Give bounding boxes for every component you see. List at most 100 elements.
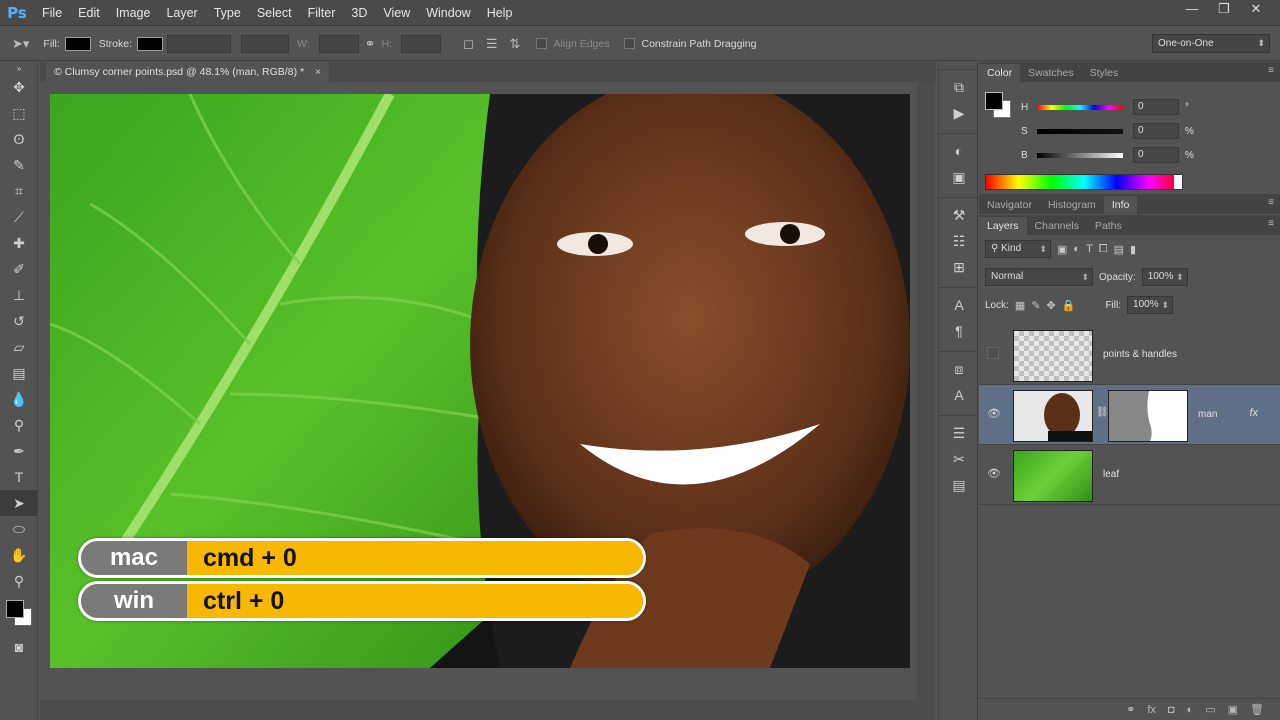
filter-toggle-icon[interactable]: ▮ xyxy=(1130,243,1136,256)
eraser-tool-icon[interactable]: ▱ xyxy=(0,334,38,360)
link-layers-icon[interactable]: ⚭ xyxy=(1126,703,1135,716)
constrain-path-checkbox[interactable] xyxy=(624,38,636,49)
panel-menu-icon[interactable]: ≡ xyxy=(1268,197,1274,208)
restore-button[interactable]: ❐ xyxy=(1210,0,1238,18)
dodge-tool-icon[interactable]: ⚲ xyxy=(0,412,38,438)
menu-edit[interactable]: Edit xyxy=(70,0,108,26)
add-style-icon[interactable]: fx xyxy=(1147,704,1156,716)
filter-shape-icon[interactable]: ⧠ xyxy=(1099,243,1108,256)
path-operations-icon[interactable]: ◻ xyxy=(463,36,474,52)
color-spectrum-ramp[interactable] xyxy=(985,174,1183,190)
blur-tool-icon[interactable]: 💧 xyxy=(0,386,38,412)
character-icon[interactable]: A xyxy=(939,292,979,318)
brightness-value[interactable]: 0 xyxy=(1133,147,1179,163)
layer-effects-icon[interactable]: fx xyxy=(1249,407,1258,419)
tab-navigator[interactable]: Navigator xyxy=(979,196,1040,214)
collapse-icon[interactable]: » xyxy=(0,62,38,74)
lock-position-icon[interactable]: ✥ xyxy=(1047,299,1056,312)
menu-select[interactable]: Select xyxy=(249,0,300,26)
link-icon[interactable]: ⚭ xyxy=(365,36,376,52)
hue-value[interactable]: 0 xyxy=(1133,99,1179,115)
path-arrangement-icon[interactable]: ⇅ xyxy=(510,36,521,52)
actions-icon[interactable]: ▶ xyxy=(939,100,979,126)
path-selection-tool-icon[interactable]: ➤▾ xyxy=(12,36,29,52)
saturation-value[interactable]: 0 xyxy=(1133,123,1179,139)
gradient-tool-icon[interactable]: ▤ xyxy=(0,360,38,386)
layer-row-points-handles[interactable]: points & handles xyxy=(979,325,1280,385)
delete-layer-icon[interactable]: 🗑 xyxy=(1250,703,1264,716)
move-tool-icon[interactable]: ✥ xyxy=(0,74,38,100)
zoom-tool-icon[interactable]: ⚲ xyxy=(0,568,38,594)
blend-mode-dropdown[interactable]: Normal xyxy=(985,268,1093,286)
close-button[interactable]: ✕ xyxy=(1242,0,1270,18)
filter-adjustment-icon[interactable]: ◐ xyxy=(1073,243,1080,255)
stroke-swatch[interactable] xyxy=(137,36,164,51)
tab-histogram[interactable]: Histogram xyxy=(1040,196,1104,214)
hand-tool-icon[interactable]: ✋ xyxy=(0,542,38,568)
fill-swatch[interactable] xyxy=(64,36,91,51)
crop-tool-icon[interactable]: ⌗ xyxy=(0,178,38,204)
fill-field[interactable]: 100% xyxy=(1127,296,1174,314)
new-adjustment-icon[interactable]: ◐ xyxy=(1187,704,1194,716)
path-alignment-icon[interactable]: ☰ xyxy=(486,36,498,52)
quick-mask-icon[interactable]: ◙ xyxy=(0,634,38,660)
notes-icon[interactable]: ▤ xyxy=(939,472,979,498)
tab-styles[interactable]: Styles xyxy=(1082,64,1127,82)
layer-comps-icon[interactable]: ⧈ xyxy=(939,356,979,382)
menu-image[interactable]: Image xyxy=(108,0,159,26)
paragraph-icon[interactable]: ¶ xyxy=(939,318,979,344)
marquee-tool-icon[interactable]: ⬚ xyxy=(0,100,38,126)
saturation-slider[interactable] xyxy=(1037,128,1123,134)
eye-icon[interactable]: 👁 xyxy=(987,467,1001,481)
width-field[interactable] xyxy=(318,34,359,53)
menu-file[interactable]: File xyxy=(34,0,70,26)
visibility-toggle[interactable] xyxy=(987,347,999,359)
styles-icon[interactable]: ▣ xyxy=(939,164,979,190)
tab-channels[interactable]: Channels xyxy=(1027,217,1087,235)
lock-image-icon[interactable]: ✎ xyxy=(1031,299,1040,312)
clone-stamp-tool-icon[interactable]: ⊥ xyxy=(0,282,38,308)
type-tool-icon[interactable]: T xyxy=(0,464,38,490)
eye-icon[interactable]: 👁 xyxy=(987,407,1001,421)
lock-transparent-icon[interactable]: ▦ xyxy=(1015,299,1025,312)
add-mask-icon[interactable]: ◘ xyxy=(1168,704,1175,716)
menu-view[interactable]: View xyxy=(375,0,418,26)
opacity-field[interactable]: 100% xyxy=(1141,268,1188,286)
color-foreground-swatch[interactable] xyxy=(985,92,1003,110)
history-brush-tool-icon[interactable]: ↺ xyxy=(0,308,38,334)
brush-presets-icon[interactable]: ☷ xyxy=(939,228,979,254)
direct-selection-tool-icon[interactable]: ➤ xyxy=(0,490,38,516)
layer-row-man[interactable]: 👁 ⛓ man fx xyxy=(979,385,1280,445)
glyph-icon[interactable]: A xyxy=(939,382,979,408)
height-field[interactable] xyxy=(401,34,442,53)
panel-menu-icon[interactable]: ≡ xyxy=(1268,218,1274,229)
filter-smart-object-icon[interactable]: ▤ xyxy=(1114,243,1124,256)
history-icon[interactable]: ⧉ xyxy=(939,74,979,100)
ellipse-tool-icon[interactable]: ⬭ xyxy=(0,516,38,542)
lock-all-icon[interactable]: 🔒 xyxy=(1062,299,1076,312)
clone-source-icon[interactable]: ⊞ xyxy=(939,254,979,280)
filter-kind-dropdown[interactable]: ⚲ Kind xyxy=(985,240,1051,258)
stroke-type-dropdown[interactable] xyxy=(241,34,290,53)
document-tab[interactable]: © Clumsy corner points.psd @ 48.1% (man,… xyxy=(46,62,330,82)
menu-layer[interactable]: Layer xyxy=(158,0,205,26)
foreground-color-swatch[interactable] xyxy=(6,600,24,618)
quick-selection-tool-icon[interactable]: ✎ xyxy=(0,152,38,178)
layer-row-leaf[interactable]: 👁 leaf xyxy=(979,445,1280,505)
tab-info[interactable]: Info xyxy=(1103,196,1138,214)
adjustments-icon[interactable]: ◐ xyxy=(939,138,979,164)
layer-mask-thumbnail[interactable] xyxy=(1108,390,1188,442)
close-document-icon[interactable]: × xyxy=(315,66,321,78)
chain-link-icon[interactable]: ⛓ xyxy=(1096,407,1109,418)
lasso-tool-icon[interactable]: ʘ xyxy=(0,126,38,152)
tool-presets-icon[interactable]: ⚒ xyxy=(939,202,979,228)
new-group-icon[interactable]: ▭ xyxy=(1205,703,1215,716)
minimize-button[interactable]: — xyxy=(1178,0,1206,18)
tab-swatches[interactable]: Swatches xyxy=(1020,64,1082,82)
menu-window[interactable]: Window xyxy=(418,0,478,26)
brush-tool-icon[interactable]: ✐ xyxy=(0,256,38,282)
hue-slider[interactable] xyxy=(1037,104,1123,110)
align-edges-checkbox[interactable] xyxy=(536,38,548,49)
tab-color[interactable]: Color xyxy=(979,64,1021,82)
new-layer-icon[interactable]: ▣ xyxy=(1228,703,1238,716)
